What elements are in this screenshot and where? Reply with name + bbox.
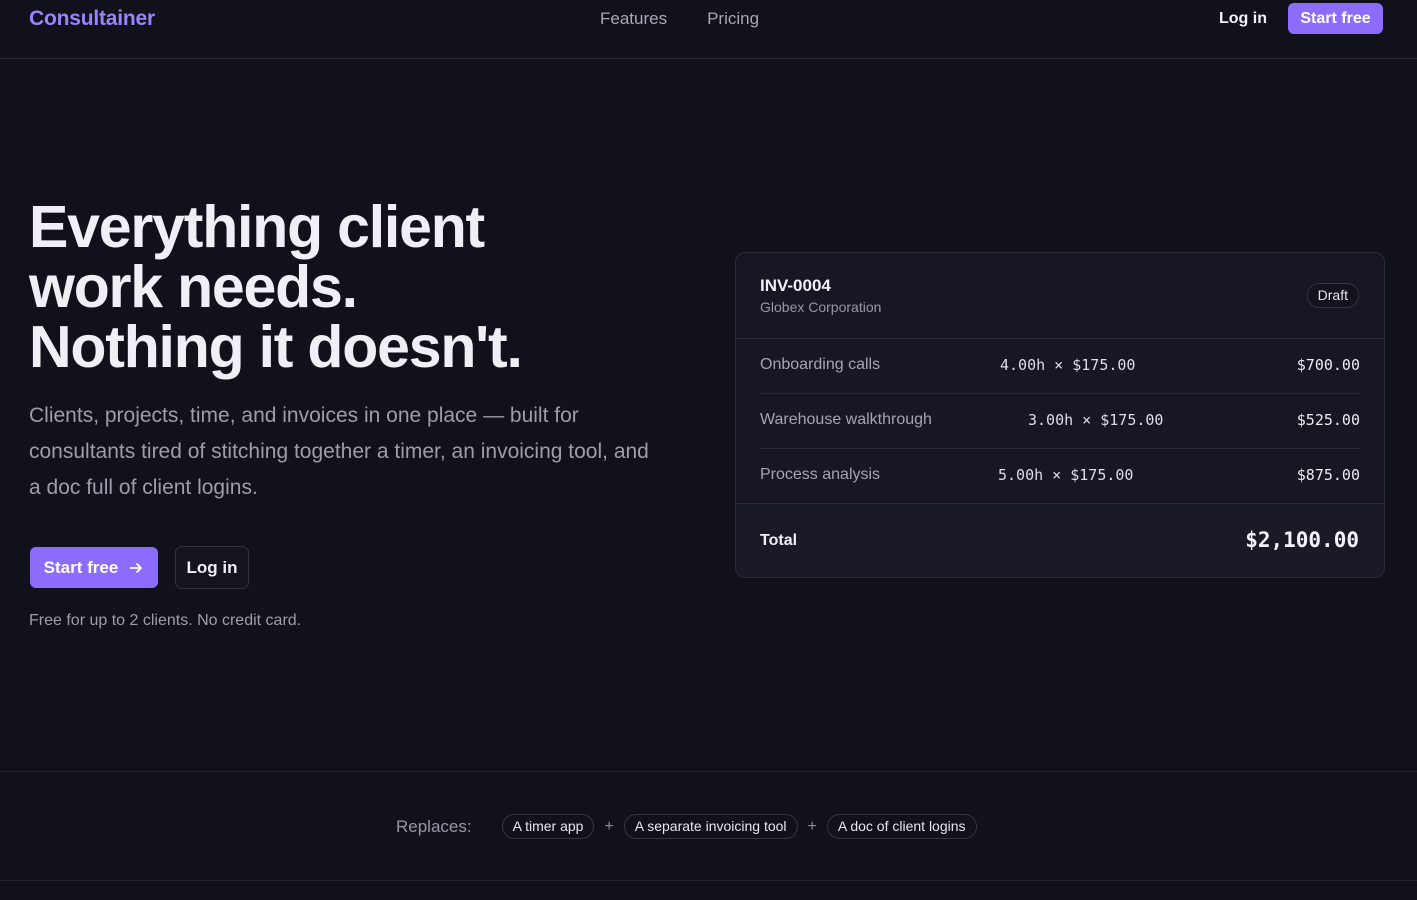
invoice-total-row: Total $2,100.00 — [736, 503, 1384, 577]
line-description: Onboarding calls — [760, 356, 881, 373]
line-description: Process analysis — [760, 466, 881, 483]
invoice-client: Globex Corporation — [760, 299, 882, 315]
plus-separator: + — [807, 817, 817, 835]
brand-logo[interactable]: Consultainer — [29, 7, 155, 31]
replaces-chip: A separate invoicing tool — [623, 814, 798, 839]
top-nav: Consultainer Features Pricing Log in Sta… — [0, 0, 1417, 59]
nav-links: Features Pricing — [600, 9, 759, 29]
replaces-list: Replaces: A timer app + A separate invoi… — [396, 814, 977, 839]
landing-page: Consultainer Features Pricing Log in Sta… — [0, 0, 1417, 900]
invoice-number: INV-0004 — [760, 276, 831, 295]
line-quantity: 5.00h × $175.00 — [998, 466, 1134, 484]
line-amount: $525.00 — [1296, 411, 1360, 429]
invoice-preview-card: INV-0004 Globex Corporation Draft Onboar… — [735, 252, 1385, 578]
nav-start-free-button[interactable]: Start free — [1288, 3, 1383, 34]
nav-link-features[interactable]: Features — [600, 9, 667, 29]
status-badge: Draft — [1306, 283, 1359, 308]
line-description: Warehouse walkthrough — [760, 411, 932, 428]
replaces-label: Replaces: — [396, 816, 472, 836]
invoice-header: INV-0004 Globex Corporation Draft — [736, 253, 1384, 339]
total-amount: $2,100.00 — [1245, 528, 1359, 552]
hero-title: Everything client work needs. Nothing it… — [29, 197, 649, 377]
invoice-line-item: Warehouse walkthrough 3.00h × $175.00 $5… — [760, 394, 1360, 449]
hero-login-label: Log in — [186, 557, 238, 577]
arrow-right-icon — [129, 562, 143, 573]
nav-login-link[interactable]: Log in — [1219, 10, 1267, 28]
nav-link-pricing[interactable]: Pricing — [707, 9, 759, 29]
hero-start-free-label: Start free — [43, 557, 119, 577]
line-amount: $700.00 — [1296, 356, 1360, 374]
hero-start-free-button[interactable]: Start free — [30, 547, 158, 588]
replaces-strip: Replaces: A timer app + A separate invoi… — [0, 771, 1417, 881]
plus-separator: + — [604, 817, 614, 835]
hero-title-line-3: Nothing it doesn't. — [29, 314, 523, 380]
hero-login-button[interactable]: Log in — [175, 546, 249, 589]
hero-subtitle: Clients, projects, time, and invoices in… — [29, 404, 649, 499]
invoice-line-item: Process analysis 5.00h × $175.00 $875.00 — [760, 449, 1360, 504]
replaces-chip: A doc of client logins — [826, 814, 977, 839]
hero-title-line-2: work needs. — [29, 254, 358, 320]
hero-note: Free for up to 2 clients. No credit card… — [29, 612, 302, 629]
line-quantity: 3.00h × $175.00 — [1028, 411, 1164, 429]
total-label: Total — [760, 532, 798, 549]
replaces-chip: A timer app — [501, 814, 595, 839]
invoice-line-item: Onboarding calls 4.00h × $175.00 $700.00 — [760, 339, 1360, 394]
line-amount: $875.00 — [1296, 466, 1360, 484]
hero-title-line-1: Everything client — [29, 194, 485, 260]
line-quantity: 4.00h × $175.00 — [1000, 356, 1136, 374]
